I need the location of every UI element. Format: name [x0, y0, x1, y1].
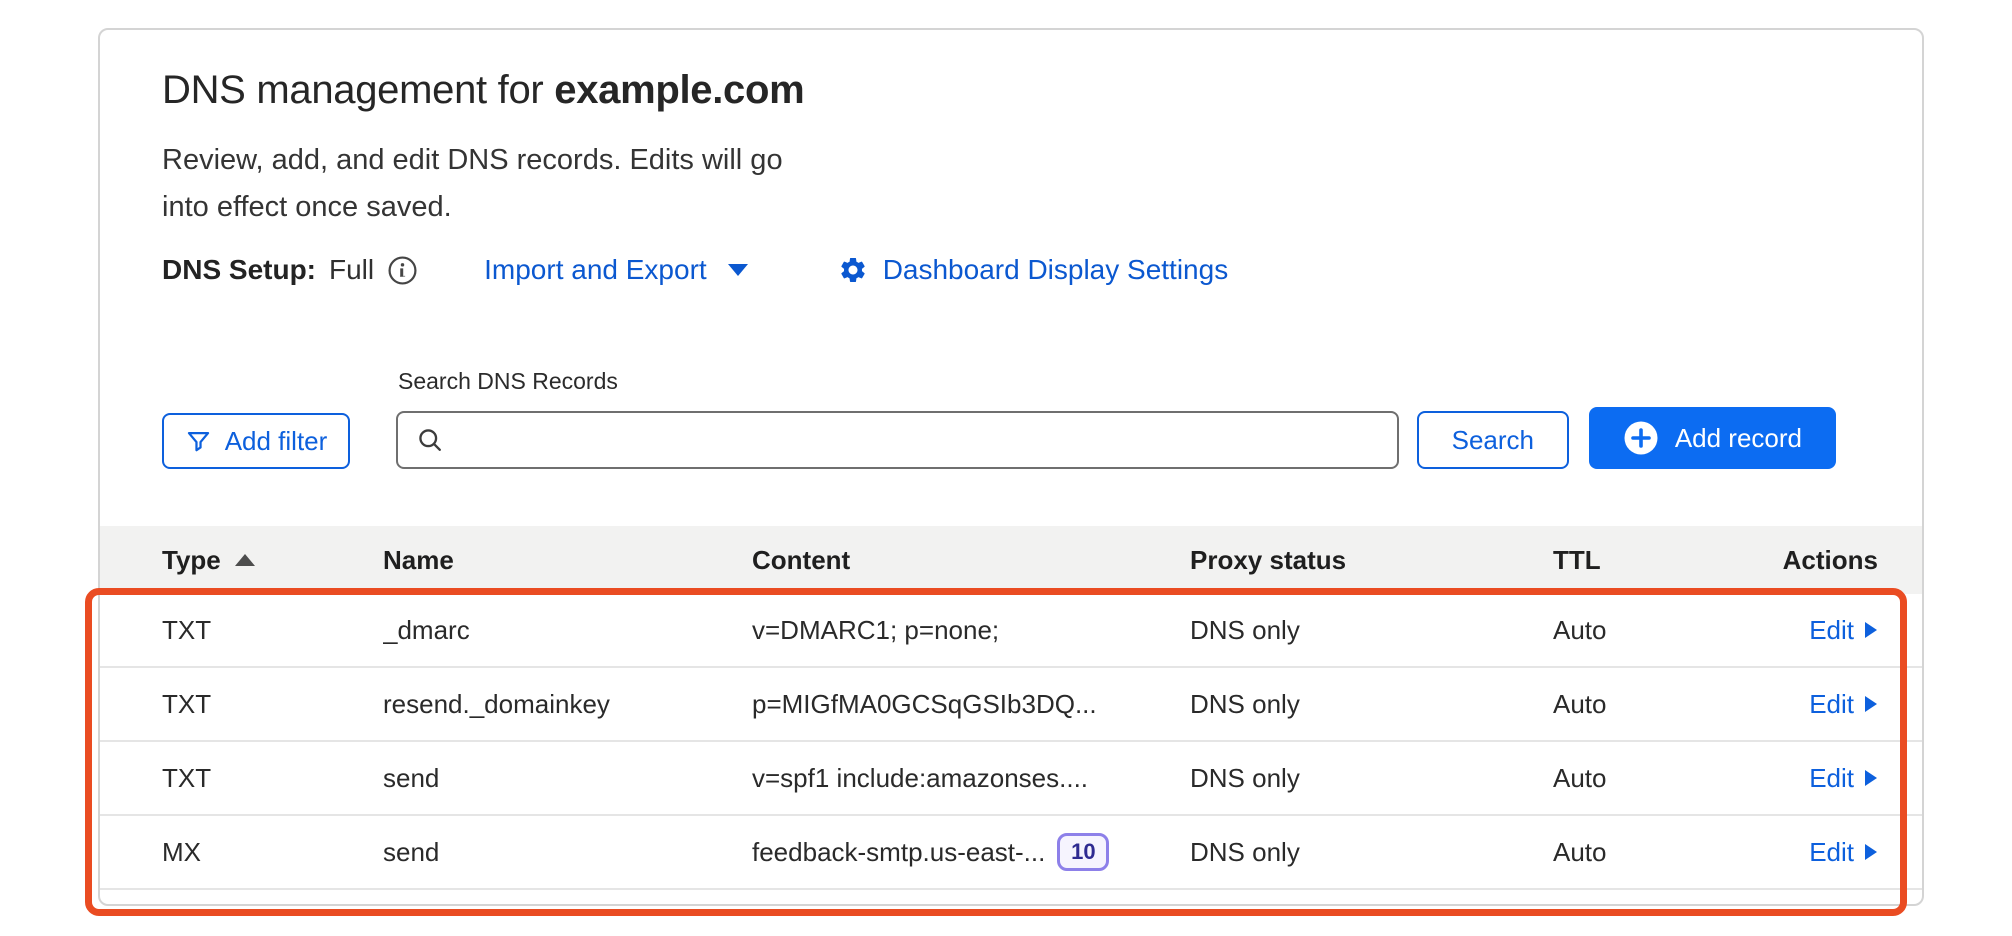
cell-name: send: [383, 837, 752, 868]
table-row-mx[interactable]: MX send feedback-smtp.us-east-... 10 DNS…: [100, 816, 1922, 890]
dashboard-display-settings-label: Dashboard Display Settings: [883, 254, 1229, 286]
dns-setup-value: Full: [329, 254, 374, 286]
search-button-label: Search: [1452, 425, 1534, 456]
cell-proxy-status: DNS only: [1190, 689, 1553, 720]
triangle-right-icon: [1864, 842, 1878, 862]
table-row-dmarc[interactable]: TXT _dmarc v=DMARC1; p=none; DNS only Au…: [100, 594, 1922, 668]
card-header: DNS management for example.com Review, a…: [100, 30, 1922, 290]
plus-circle-icon: [1623, 420, 1659, 456]
import-export-dropdown[interactable]: Import and Export: [484, 254, 750, 286]
triangle-right-icon: [1864, 620, 1878, 640]
dns-management-card: DNS management for example.com Review, a…: [98, 28, 1924, 906]
triangle-right-icon: [1864, 768, 1878, 788]
cell-name: resend._domainkey: [383, 689, 752, 720]
add-filter-button[interactable]: Add filter: [162, 413, 350, 469]
page-title: DNS management for example.com: [162, 66, 1862, 114]
cell-type: TXT: [162, 763, 383, 794]
filter-funnel-icon: [185, 428, 212, 455]
page-subtitle: Review, add, and edit DNS records. Edits…: [162, 137, 822, 231]
edit-record-button[interactable]: Edit: [1809, 689, 1878, 720]
domain-name: example.com: [554, 68, 804, 112]
triangle-right-icon: [1864, 694, 1878, 714]
info-icon[interactable]: [387, 255, 418, 286]
cell-type: TXT: [162, 689, 383, 720]
cell-type: MX: [162, 837, 383, 868]
search-button[interactable]: Search: [1417, 411, 1569, 469]
cell-proxy-status: DNS only: [1190, 615, 1553, 646]
sort-asc-icon: [235, 554, 255, 566]
cell-ttl: Auto: [1553, 615, 1763, 646]
column-header-name: Name: [383, 545, 752, 576]
chevron-down-icon: [726, 263, 750, 277]
gear-icon: [838, 255, 868, 285]
column-header-type[interactable]: Type: [162, 545, 383, 576]
add-record-button[interactable]: Add record: [1589, 407, 1836, 469]
column-header-ttl: TTL: [1553, 545, 1763, 576]
add-filter-label: Add filter: [225, 426, 328, 457]
cell-content: p=MIGfMA0GCSqGSIb3DQ...: [752, 689, 1190, 720]
add-record-label: Add record: [1675, 423, 1802, 454]
edit-record-button[interactable]: Edit: [1809, 763, 1878, 794]
cell-proxy-status: DNS only: [1190, 763, 1553, 794]
cell-ttl: Auto: [1553, 689, 1763, 720]
cell-content: feedback-smtp.us-east-... 10: [752, 833, 1190, 871]
search-icon: [416, 426, 444, 454]
dashboard-display-settings-link[interactable]: Dashboard Display Settings: [838, 254, 1229, 286]
page-title-prefix: DNS management for: [162, 68, 554, 112]
records-toolbar: Add filter Search DNS Records Search Add…: [100, 367, 1922, 469]
dns-setup-row: DNS Setup: Full Import and Export: [162, 250, 1862, 290]
cell-content: v=spf1 include:amazonses....: [752, 763, 1190, 794]
table-row-spf[interactable]: TXT send v=spf1 include:amazonses.... DN…: [100, 742, 1922, 816]
column-header-content: Content: [752, 545, 1190, 576]
column-header-actions: Actions: [1763, 545, 1878, 576]
table-row-domainkey[interactable]: TXT resend._domainkey p=MIGfMA0GCSqGSIb3…: [100, 668, 1922, 742]
cell-type: TXT: [162, 615, 383, 646]
search-box: [396, 411, 1399, 469]
cell-content: v=DMARC1; p=none;: [752, 615, 1190, 646]
search-field-label: Search DNS Records: [398, 367, 1399, 395]
search-field-group: Search DNS Records: [396, 367, 1399, 469]
cell-ttl: Auto: [1553, 837, 1763, 868]
column-header-proxy-status: Proxy status: [1190, 545, 1553, 576]
cell-proxy-status: DNS only: [1190, 837, 1553, 868]
cell-ttl: Auto: [1553, 763, 1763, 794]
import-export-label: Import and Export: [484, 254, 707, 286]
dns-records-table: Type Name Content Proxy status TTL Actio…: [100, 526, 1922, 890]
cell-name: _dmarc: [383, 615, 752, 646]
table-header-row: Type Name Content Proxy status TTL Actio…: [100, 526, 1922, 594]
edit-record-button[interactable]: Edit: [1809, 837, 1878, 868]
edit-record-button[interactable]: Edit: [1809, 615, 1878, 646]
dns-setup-label: DNS Setup:: [162, 254, 316, 286]
mx-priority-badge: 10: [1057, 833, 1109, 871]
cell-name: send: [383, 763, 752, 794]
search-input[interactable]: [458, 424, 1379, 457]
